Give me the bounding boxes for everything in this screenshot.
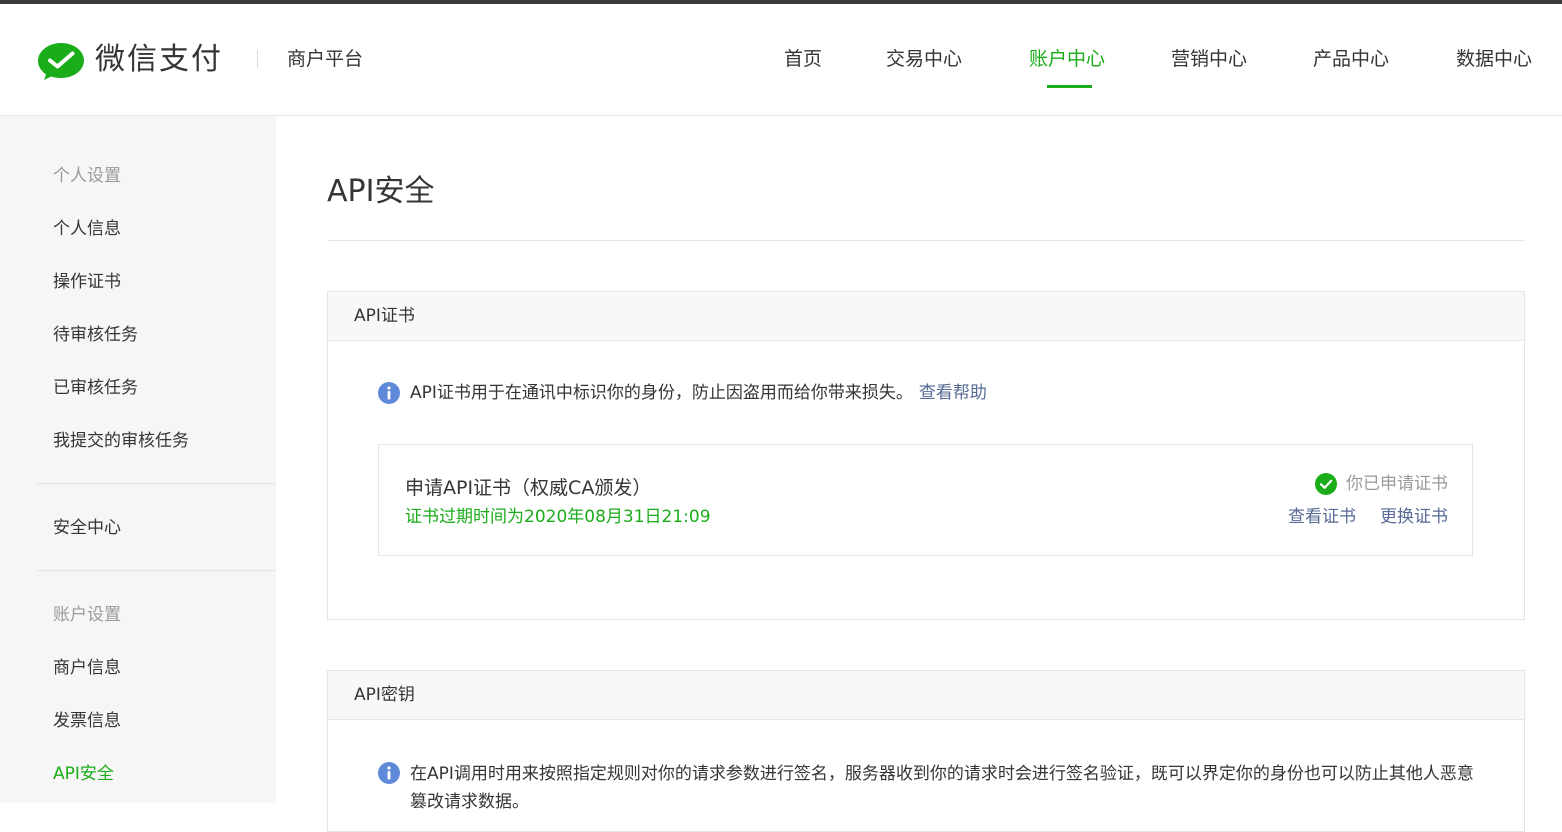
sidebar: 个人设置 个人信息 操作证书 待审核任务 已审核任务 我提交的审核任务 安全中心… bbox=[0, 116, 276, 803]
nav-marketing[interactable]: 营销中心 bbox=[1171, 46, 1247, 72]
sidebar-header-account: 账户设置 bbox=[53, 605, 121, 625]
cert-info-text: API证书用于在通讯中标识你的身份，防止因盗用而给你带来损失。 bbox=[410, 383, 913, 403]
help-link[interactable]: 查看帮助 bbox=[919, 383, 987, 403]
sidebar-item-merchant-info[interactable]: 商户信息 bbox=[53, 656, 121, 680]
view-cert-link[interactable]: 查看证书 bbox=[1288, 506, 1356, 528]
nav-data[interactable]: 数据中心 bbox=[1456, 46, 1532, 72]
status-text: 你已申请证书 bbox=[1346, 474, 1448, 494]
sidebar-item-api-security[interactable]: API安全 bbox=[53, 762, 114, 786]
sidebar-item-personal-info[interactable]: 个人信息 bbox=[53, 217, 121, 241]
cert-expiry: 证书过期时间为2020年08月31日21:09 bbox=[405, 507, 711, 527]
sidebar-header-personal: 个人设置 bbox=[53, 166, 121, 186]
title-divider bbox=[327, 240, 1525, 241]
sidebar-item-pending-review[interactable]: 待审核任务 bbox=[53, 323, 138, 347]
sidebar-item-security-center[interactable]: 安全中心 bbox=[53, 516, 121, 540]
check-circle-icon bbox=[1315, 473, 1337, 495]
cert-name: 申请API证书（权威CA颁发） bbox=[405, 477, 652, 499]
page-title: API安全 bbox=[327, 174, 435, 209]
cert-card: 申请API证书（权威CA颁发） 证书过期时间为2020年08月31日21:09 … bbox=[378, 444, 1473, 556]
nav-home[interactable]: 首页 bbox=[784, 46, 822, 72]
panel-title: API密钥 bbox=[354, 685, 415, 705]
panel-header: API证书 bbox=[328, 292, 1524, 341]
cert-status: 你已申请证书 bbox=[1315, 472, 1448, 496]
wechat-pay-logo-icon[interactable] bbox=[37, 41, 85, 81]
sidebar-item-operation-cert[interactable]: 操作证书 bbox=[53, 270, 121, 294]
info-icon bbox=[378, 762, 400, 784]
cert-actions: 查看证书 更换证书 bbox=[1264, 506, 1448, 528]
nav-account-center[interactable]: 账户中心 bbox=[1029, 46, 1105, 72]
nav-transactions[interactable]: 交易中心 bbox=[886, 46, 962, 72]
replace-cert-link[interactable]: 更换证书 bbox=[1380, 506, 1448, 528]
sidebar-divider bbox=[37, 483, 276, 484]
sidebar-item-invoice-info[interactable]: 发票信息 bbox=[53, 709, 121, 733]
sidebar-divider bbox=[37, 570, 276, 571]
panel-header: API密钥 bbox=[328, 671, 1524, 720]
brand-name: 微信支付 bbox=[95, 42, 223, 77]
panel-title: API证书 bbox=[354, 306, 415, 326]
sidebar-item-my-submitted[interactable]: 我提交的审核任务 bbox=[53, 429, 189, 453]
platform-name: 商户平台 bbox=[287, 48, 364, 70]
nav-products[interactable]: 产品中心 bbox=[1313, 46, 1389, 72]
header: 微信支付 商户平台 首页 交易中心 账户中心 营销中心 产品中心 数据中心 bbox=[0, 4, 1562, 116]
sidebar-item-reviewed[interactable]: 已审核任务 bbox=[53, 376, 138, 400]
nav-active-indicator bbox=[1047, 85, 1092, 88]
key-info-text: 在API调用时用来按照指定规则对你的请求参数进行签名，服务器收到你的请求时会进行… bbox=[410, 764, 1474, 812]
cert-info-line: API证书用于在通讯中标识你的身份，防止因盗用而给你带来损失。 查看帮助 bbox=[410, 381, 987, 405]
info-icon bbox=[378, 382, 400, 404]
header-divider bbox=[257, 50, 258, 68]
